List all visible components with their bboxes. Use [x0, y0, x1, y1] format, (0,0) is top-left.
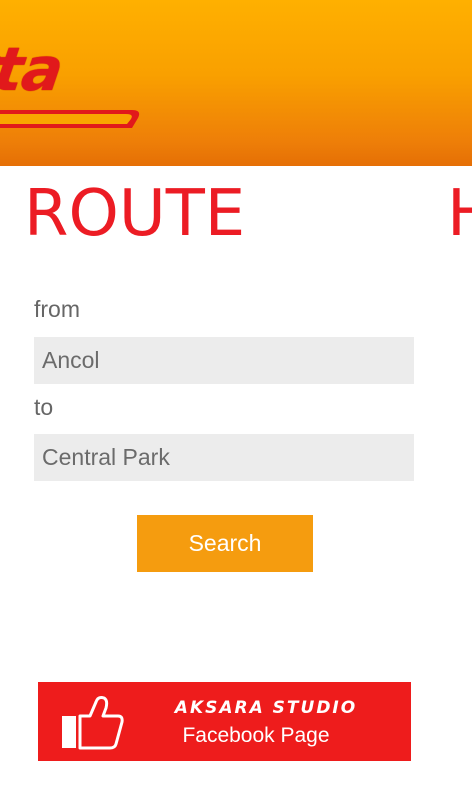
thumbs-up-icon: [62, 696, 124, 750]
app-page: rta ROUTE H from to Search AKSARA STUDIO…: [0, 0, 472, 787]
from-field[interactable]: [34, 337, 414, 384]
search-button[interactable]: Search: [137, 515, 313, 572]
transjakarta-logo: rta: [0, 18, 150, 128]
logo-swoosh: [0, 110, 140, 128]
facebook-page-banner[interactable]: AKSARA STUDIO Facebook Page: [38, 682, 411, 761]
studio-name: AKSARA STUDIO: [174, 698, 358, 718]
header-banner: rta: [0, 0, 472, 166]
pivot-title-route[interactable]: ROUTE: [24, 182, 245, 246]
from-label: from: [34, 296, 80, 322]
facebook-page-label: Facebook Page: [182, 724, 330, 747]
to-field[interactable]: [34, 434, 414, 481]
to-label: to: [34, 394, 54, 420]
pivot-title-next[interactable]: H: [447, 182, 472, 246]
logo-text: rta: [0, 35, 67, 105]
